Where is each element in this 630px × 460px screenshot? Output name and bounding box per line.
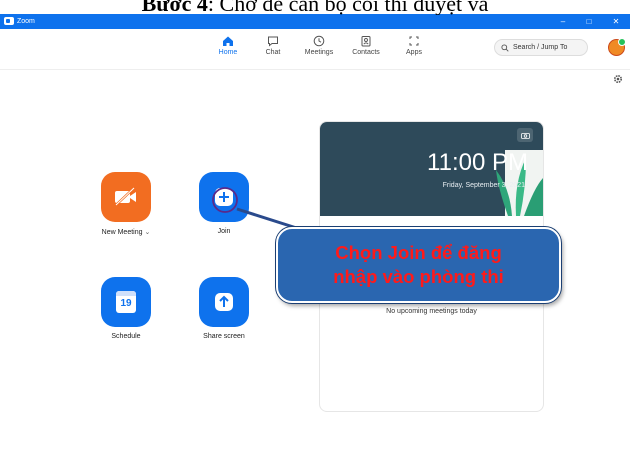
instruction-callout: Chọn Join để đăng nhập vào phòng thi	[276, 227, 561, 303]
callout-line-2: nhập vào phòng thi	[333, 266, 504, 287]
callout-line-1: Chọn Join để đăng	[335, 242, 502, 263]
